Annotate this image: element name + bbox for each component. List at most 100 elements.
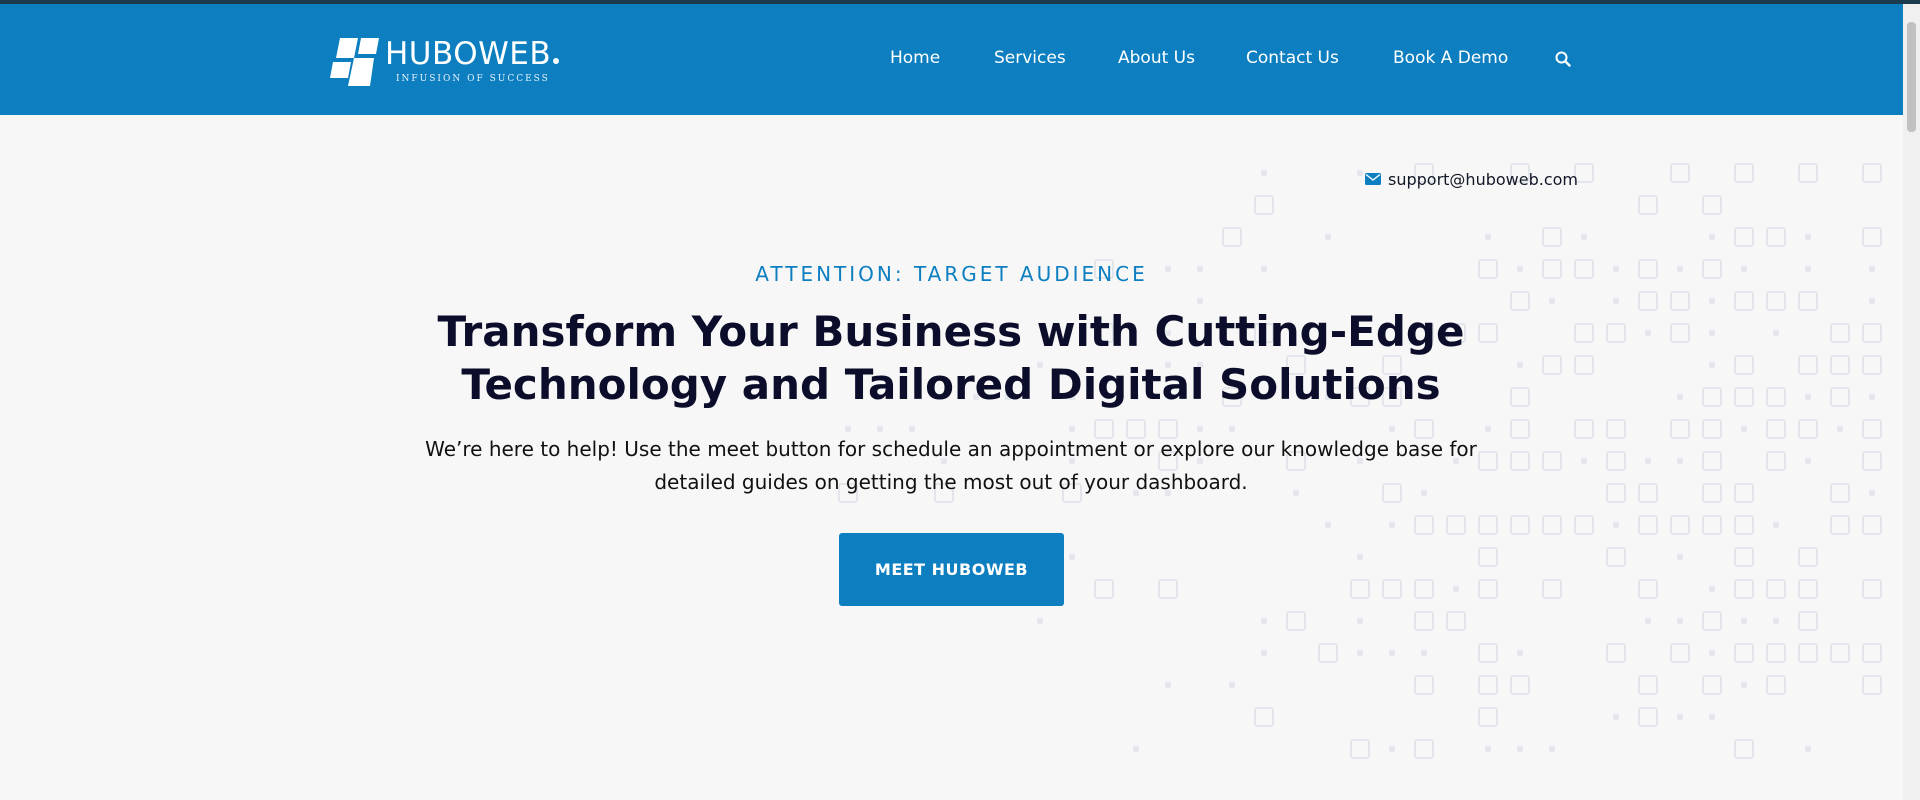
pattern-square bbox=[1798, 547, 1818, 567]
pattern-square bbox=[1798, 291, 1818, 311]
pattern-square bbox=[1542, 515, 1562, 535]
pattern-square bbox=[1734, 483, 1754, 503]
pattern-square bbox=[1702, 451, 1722, 471]
pattern-square bbox=[1709, 298, 1715, 304]
pattern-square bbox=[1606, 419, 1626, 439]
pattern-square bbox=[1478, 547, 1498, 567]
pattern-square bbox=[1805, 458, 1811, 464]
pattern-square bbox=[1773, 618, 1779, 624]
pattern-square bbox=[1197, 426, 1203, 432]
pattern-square bbox=[1702, 419, 1722, 439]
pattern-square bbox=[1222, 227, 1242, 247]
pattern-square bbox=[1517, 746, 1523, 752]
pattern-square bbox=[1869, 394, 1875, 400]
pattern-square bbox=[1677, 714, 1683, 720]
pattern-square bbox=[1830, 483, 1850, 503]
pattern-square bbox=[1862, 227, 1882, 247]
site-logo[interactable]: HUBOWEB INFUSION OF SUCCESS bbox=[330, 34, 560, 90]
pattern-square bbox=[1478, 675, 1498, 695]
pattern-square bbox=[1357, 554, 1363, 560]
meet-huboweb-button[interactable]: MEET HUBOWEB bbox=[839, 533, 1064, 606]
nav-book-a-demo[interactable]: Book A Demo bbox=[1393, 48, 1508, 68]
pattern-square bbox=[1869, 490, 1875, 496]
pattern-square bbox=[1830, 515, 1850, 535]
hero-eyebrow: ATTENTION: TARGET AUDIENCE bbox=[755, 262, 1148, 286]
logo-tagline: INFUSION OF SUCCESS bbox=[396, 74, 550, 84]
pattern-square bbox=[1350, 579, 1370, 599]
pattern-square bbox=[1773, 330, 1779, 336]
pattern-square bbox=[1709, 330, 1715, 336]
pattern-square bbox=[1229, 426, 1235, 432]
pattern-square bbox=[1254, 707, 1274, 727]
pattern-square bbox=[1037, 618, 1043, 624]
hero-subtext-line-1: We’re here to help! Use the meet button … bbox=[425, 437, 1477, 461]
pattern-square bbox=[1165, 682, 1171, 688]
pattern-square bbox=[1542, 579, 1562, 599]
pattern-square bbox=[1485, 426, 1491, 432]
pattern-square bbox=[1709, 714, 1715, 720]
pattern-square bbox=[1325, 234, 1331, 240]
pattern-square bbox=[1677, 554, 1683, 560]
pattern-square bbox=[1830, 355, 1850, 375]
pattern-square bbox=[1638, 515, 1658, 535]
pattern-square bbox=[1734, 643, 1754, 663]
pattern-square bbox=[1478, 643, 1498, 663]
pattern-square bbox=[1638, 579, 1658, 599]
pattern-square bbox=[1862, 419, 1882, 439]
pattern-square bbox=[1510, 675, 1530, 695]
pattern-square bbox=[1677, 458, 1683, 464]
pattern-square bbox=[1414, 579, 1434, 599]
pattern-square bbox=[1670, 291, 1690, 311]
pattern-square bbox=[1606, 451, 1626, 471]
pattern-square bbox=[1805, 234, 1811, 240]
pattern-square bbox=[1830, 387, 1850, 407]
pattern-square bbox=[1325, 522, 1331, 528]
pattern-square bbox=[1766, 387, 1786, 407]
support-email[interactable]: support@huboweb.com bbox=[1388, 170, 1578, 189]
pattern-square bbox=[1645, 618, 1651, 624]
nav-home[interactable]: Home bbox=[890, 48, 940, 68]
pattern-square bbox=[1613, 522, 1619, 528]
pattern-square bbox=[1798, 355, 1818, 375]
pattern-square bbox=[1862, 355, 1882, 375]
pattern-square bbox=[1741, 682, 1747, 688]
pattern-square bbox=[1837, 426, 1843, 432]
search-icon[interactable] bbox=[1555, 51, 1575, 71]
pattern-square bbox=[845, 426, 851, 432]
pattern-square bbox=[1862, 451, 1882, 471]
pattern-square bbox=[1798, 419, 1818, 439]
pattern-square bbox=[1734, 579, 1754, 599]
pattern-square bbox=[1734, 739, 1754, 759]
pattern-square bbox=[1414, 515, 1434, 535]
pattern-square bbox=[1734, 291, 1754, 311]
pattern-square bbox=[1798, 579, 1818, 599]
pattern-square bbox=[1389, 650, 1395, 656]
site-header: HUBOWEB INFUSION OF SUCCESS Home Service… bbox=[0, 4, 1903, 115]
pattern-square bbox=[1357, 650, 1363, 656]
pattern-square bbox=[1574, 515, 1594, 535]
nav-services[interactable]: Services bbox=[994, 48, 1066, 68]
pattern-square bbox=[1389, 426, 1395, 432]
pattern-square bbox=[1261, 170, 1267, 176]
pattern-square bbox=[1261, 618, 1267, 624]
pattern-square bbox=[1197, 298, 1203, 304]
pattern-square bbox=[1318, 643, 1338, 663]
pattern-square bbox=[1069, 426, 1075, 432]
pattern-square bbox=[1613, 298, 1619, 304]
hero-headline: Transform Your Business with Cutting-Edg… bbox=[351, 305, 1551, 411]
nav-about-us[interactable]: About Us bbox=[1118, 48, 1195, 68]
support-contact[interactable]: support@huboweb.com bbox=[1365, 169, 1578, 189]
pattern-square bbox=[1862, 163, 1882, 183]
pattern-square bbox=[1798, 611, 1818, 631]
nav-contact-us[interactable]: Contact Us bbox=[1246, 48, 1339, 68]
scrollbar-thumb[interactable] bbox=[1907, 22, 1916, 132]
page-scrollbar[interactable] bbox=[1903, 4, 1920, 800]
pattern-square bbox=[1581, 458, 1587, 464]
pattern-square bbox=[1382, 579, 1402, 599]
pattern-square bbox=[1830, 323, 1850, 343]
pattern-square bbox=[1446, 611, 1466, 631]
pattern-square bbox=[1670, 515, 1690, 535]
pattern-square bbox=[1734, 515, 1754, 535]
pattern-square bbox=[1517, 650, 1523, 656]
pattern-square bbox=[1133, 746, 1139, 752]
